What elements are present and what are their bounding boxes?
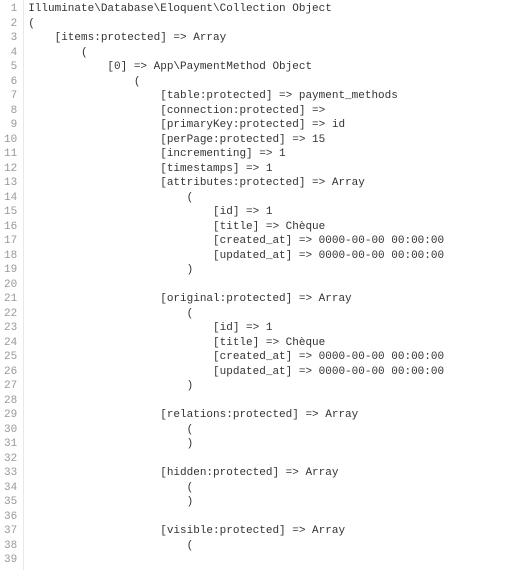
code-line: [updated_at] => 0000-00-00 00:00:00 (28, 365, 444, 380)
line-number: 27 (4, 379, 17, 394)
line-number: 11 (4, 147, 17, 162)
code-line: [original:protected] => Array (28, 292, 444, 307)
code-line: [primaryKey:protected] => id (28, 118, 444, 133)
line-number: 37 (4, 524, 17, 539)
code-line: ) (28, 379, 444, 394)
line-number: 6 (4, 75, 17, 90)
code-line (28, 278, 444, 293)
line-number: 12 (4, 162, 17, 177)
line-number: 8 (4, 104, 17, 119)
code-line: ( (28, 75, 444, 90)
line-number: 1 (4, 2, 17, 17)
code-line: Illuminate\Database\Eloquent\Collection … (28, 2, 444, 17)
code-line: [title] => Chèque (28, 220, 444, 235)
line-number: 29 (4, 408, 17, 423)
code-line: [visible:protected] => Array (28, 524, 444, 539)
code-line: ( (28, 539, 444, 554)
code-line: [attributes:protected] => Array (28, 176, 444, 191)
line-number: 33 (4, 466, 17, 481)
code-content: Illuminate\Database\Eloquent\Collection … (24, 0, 444, 570)
line-number: 36 (4, 510, 17, 525)
line-number: 34 (4, 481, 17, 496)
code-line: [created_at] => 0000-00-00 00:00:00 (28, 234, 444, 249)
line-number: 22 (4, 307, 17, 322)
code-line: [id] => 1 (28, 321, 444, 336)
code-line: [incrementing] => 1 (28, 147, 444, 162)
code-line: [perPage:protected] => 15 (28, 133, 444, 148)
code-line: [relations:protected] => Array (28, 408, 444, 423)
code-line (28, 394, 444, 409)
code-line: [connection:protected] => (28, 104, 444, 119)
line-number: 38 (4, 539, 17, 554)
code-line: ) (28, 437, 444, 452)
line-number: 26 (4, 365, 17, 380)
line-number: 3 (4, 31, 17, 46)
code-line: [table:protected] => payment_methods (28, 89, 444, 104)
line-number: 16 (4, 220, 17, 235)
code-line: ( (28, 191, 444, 206)
line-number: 28 (4, 394, 17, 409)
line-number: 25 (4, 350, 17, 365)
code-line: [updated_at] => 0000-00-00 00:00:00 (28, 249, 444, 264)
line-number: 39 (4, 553, 17, 568)
line-number: 4 (4, 46, 17, 61)
line-number: 20 (4, 278, 17, 293)
code-line (28, 510, 444, 525)
code-line: [timestamps] => 1 (28, 162, 444, 177)
line-number: 5 (4, 60, 17, 75)
line-number: 19 (4, 263, 17, 278)
line-number: 7 (4, 89, 17, 104)
code-line: ( (28, 46, 444, 61)
line-number: 21 (4, 292, 17, 307)
code-line: ) (28, 495, 444, 510)
line-number: 31 (4, 437, 17, 452)
code-line: ) (28, 263, 444, 278)
line-number: 9 (4, 118, 17, 133)
line-number: 23 (4, 321, 17, 336)
line-number: 35 (4, 495, 17, 510)
line-number: 15 (4, 205, 17, 220)
line-number: 30 (4, 423, 17, 438)
code-line: ( (28, 17, 444, 32)
code-line: [items:protected] => Array (28, 31, 444, 46)
line-number: 10 (4, 133, 17, 148)
line-number: 32 (4, 452, 17, 467)
code-line (28, 452, 444, 467)
code-line: [0] => App\PaymentMethod Object (28, 60, 444, 75)
line-number-gutter: 1234567891011121314151617181920212223242… (0, 0, 24, 570)
line-number: 13 (4, 176, 17, 191)
code-line: [title] => Chèque (28, 336, 444, 351)
line-number: 24 (4, 336, 17, 351)
code-line: [id] => 1 (28, 205, 444, 220)
code-line: [hidden:protected] => Array (28, 466, 444, 481)
code-line: ( (28, 307, 444, 322)
code-line: [created_at] => 0000-00-00 00:00:00 (28, 350, 444, 365)
line-number: 14 (4, 191, 17, 206)
line-number: 17 (4, 234, 17, 249)
line-number: 2 (4, 17, 17, 32)
code-line: ( (28, 481, 444, 496)
line-number: 18 (4, 249, 17, 264)
code-line: ( (28, 423, 444, 438)
code-line (28, 553, 444, 568)
